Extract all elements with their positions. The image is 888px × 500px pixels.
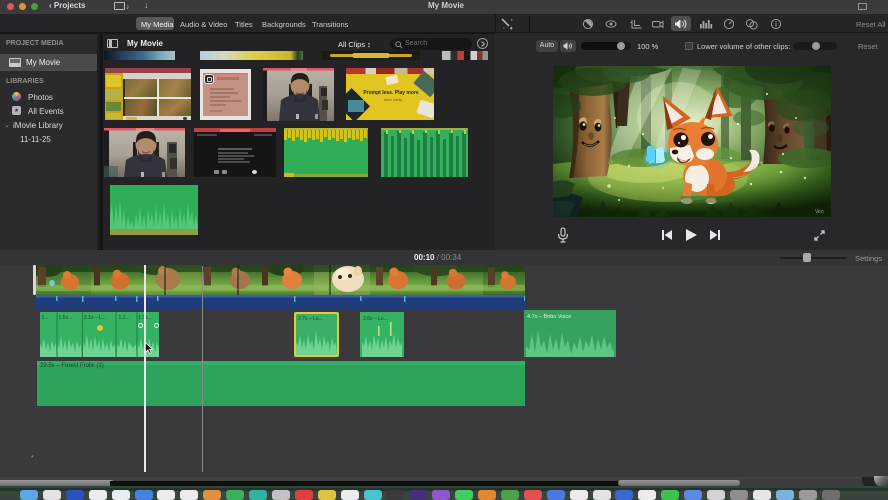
svg-text:2.1s – L...: 2.1s – L... [84, 315, 106, 321]
svg-text:1.2...: 1.2... [119, 315, 130, 321]
svg-text:1.5s...: 1.5s... [59, 315, 73, 321]
svg-text:2.6s – Lu...: 2.6s – Lu... [363, 316, 388, 322]
svg-text:Veo: Veo [815, 209, 824, 215]
svg-text:2.7s – Lu...: 2.7s – Lu... [298, 316, 323, 322]
svg-text:1...: 1... [42, 315, 49, 321]
svg-text:4.7s – Bobo Voice: 4.7s – Bobo Voice [527, 314, 571, 320]
